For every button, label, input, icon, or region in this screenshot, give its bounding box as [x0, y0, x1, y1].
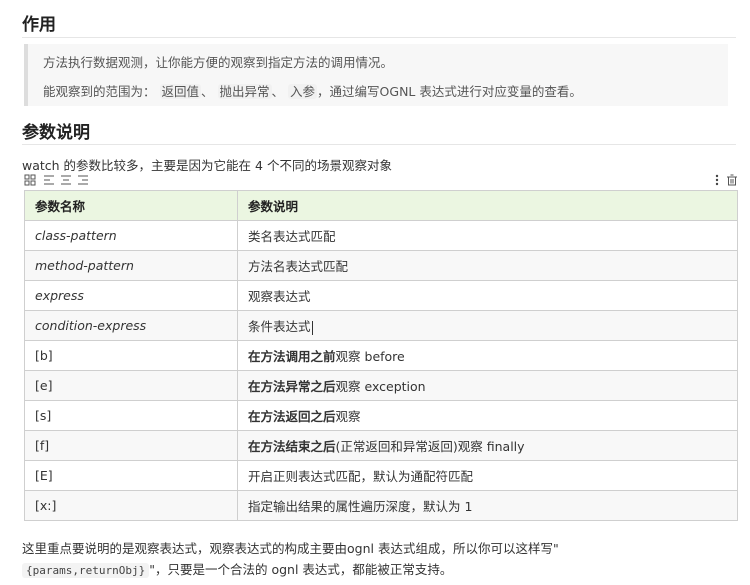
desc-text: 指定输出结果的属性遍历深度，默认为 1 [248, 499, 473, 514]
table-row: express 观察表达式 [24, 280, 738, 311]
grid-icon[interactable] [24, 174, 36, 186]
separator: 、 [201, 84, 214, 99]
table-body: class-pattern 类名表达式匹配 method-pattern 方法名表达式… [24, 220, 738, 521]
table-row: [f] 在方法结束之后(正常返回和异常返回)观察 finally [24, 430, 738, 461]
heading-rule [22, 37, 736, 38]
param-desc-cell: 在方法异常之后观察 exception [237, 370, 738, 401]
desc-bold-text: 在 [248, 379, 261, 394]
param-desc-cell: 在方法结束之后(正常返回和异常返回)观察 finally [237, 430, 738, 461]
param-name-cell: express [24, 280, 238, 311]
desc-text: 方法名表达式匹配 [248, 259, 349, 274]
param-desc-cell: 指定输出结果的属性遍历深度，默认为 1 [237, 490, 738, 521]
quote-prefix: 能观察到的范围为： [43, 84, 156, 99]
tag-exception: 抛出异常 [217, 84, 272, 99]
tag-params: 入参 [288, 84, 318, 99]
desc-text: 观察 before [335, 349, 405, 364]
desc-text: 观察表达式 [248, 289, 311, 304]
heading-rule [22, 144, 736, 145]
text-cursor [311, 320, 313, 335]
align-right-icon[interactable] [77, 174, 89, 186]
align-left-icon[interactable] [43, 174, 55, 186]
param-name-cell: class-pattern [24, 220, 238, 251]
param-name-cell: [E] [24, 460, 238, 491]
desc-text: 条件表达式 [248, 319, 311, 334]
param-name-cell: condition-express [24, 310, 238, 341]
footer-line-2-suffix: "，只要是一个合法的 ognl 表达式，都能被正常支持。 [149, 562, 453, 577]
more-icon[interactable] [714, 174, 720, 186]
param-name-cell: [e] [24, 370, 238, 401]
intro-paragraph: watch 的参数比较多，主要是因为它能在 4 个不同的场景观察对象 [22, 158, 392, 173]
footer-line-1: 这里重点要说明的是观察表达式，观察表达式的构成主要由ognl 表达式组成，所以你… [22, 541, 559, 556]
heading-purpose: 作用 [22, 15, 56, 35]
table-row: [s] 在方法返回之后观察 [24, 400, 738, 431]
desc-text: 类名表达式匹配 [248, 229, 336, 244]
param-desc-cell: 在方法调用之前观察 before [237, 340, 738, 371]
table-row: [x:] 指定输出结果的属性遍历深度，默认为 1 [24, 490, 738, 521]
heading-params: 参数说明 [22, 123, 90, 143]
desc-bold-text: 在 [248, 409, 261, 424]
blockquote: 方法执行数据观测，让你能方便的观察到指定方法的调用情况。 能观察到的范围为： 返… [24, 44, 728, 106]
param-name-cell: [x:] [24, 490, 238, 521]
desc-bold-text: 方法结束之后 [260, 439, 336, 454]
desc-bold-text: 方法返回之后 [260, 409, 336, 424]
quote-line-1: 方法执行数据观测，让你能方便的观察到指定方法的调用情况。 [43, 55, 394, 70]
param-desc-cell: 开启正则表达式匹配，默认为通配符匹配 [237, 460, 738, 491]
desc-text: 开启正则表达式匹配，默认为通配符匹配 [248, 469, 474, 484]
code-snippet: {params,returnObj} [22, 563, 150, 578]
table-row: [b] 在方法调用之前观察 before [24, 340, 738, 371]
param-name-cell: [f] [24, 430, 238, 461]
table-toolbar [22, 174, 738, 188]
header-param-name: 参数名称 [24, 190, 238, 221]
param-name-cell: method-pattern [24, 250, 238, 281]
table-row: condition-express 条件表达式 [24, 310, 738, 341]
desc-text: 观察 [335, 409, 361, 424]
desc-bold-text: 方法调用之前 [260, 349, 336, 364]
param-desc-cell: 方法名表达式匹配 [237, 250, 738, 281]
tag-return-value: 返回值 [159, 84, 202, 99]
header-param-desc: 参数说明 [237, 190, 738, 221]
desc-bold-text: 在 [248, 349, 261, 364]
trash-icon[interactable] [726, 174, 738, 186]
desc-text: (正常返回和异常返回)观察 finally [335, 439, 525, 454]
param-desc-cell: 观察表达式 [237, 280, 738, 311]
param-desc-cell: 类名表达式匹配 [237, 220, 738, 251]
desc-bold-text: 方法异常之后 [260, 379, 336, 394]
quote-suffix: ，通过编写OGNL 表达式进行对应变量的查看。 [317, 84, 582, 99]
table-row: [e] 在方法异常之后观察 exception [24, 370, 738, 401]
param-desc-cell: 条件表达式 [237, 310, 738, 341]
table-row: method-pattern 方法名表达式匹配 [24, 250, 738, 281]
params-table: 参数名称 参数说明 class-pattern 类名表达式匹配 method-pat… [24, 190, 738, 521]
table-row: [E] 开启正则表达式匹配，默认为通配符匹配 [24, 460, 738, 491]
separator: 、 [271, 84, 285, 99]
table-row: class-pattern 类名表达式匹配 [24, 220, 738, 251]
param-name-cell: [s] [24, 400, 238, 431]
quote-line-2: 能观察到的范围为： 返回值、 抛出异常、 入参 ，通过编写OGNL 表达式进行对应… [43, 81, 582, 100]
footer-line-2: {params,returnObj} "，只要是一个合法的 ognl 表达式，都能… [22, 559, 452, 578]
desc-bold-text: 在 [248, 439, 261, 454]
param-desc-cell: 在方法返回之后观察 [237, 400, 738, 431]
align-center-icon[interactable] [60, 174, 72, 186]
table-header-row: 参数名称 参数说明 [24, 190, 738, 221]
param-name-cell: [b] [24, 340, 238, 371]
desc-text: 观察 exception [335, 379, 426, 394]
